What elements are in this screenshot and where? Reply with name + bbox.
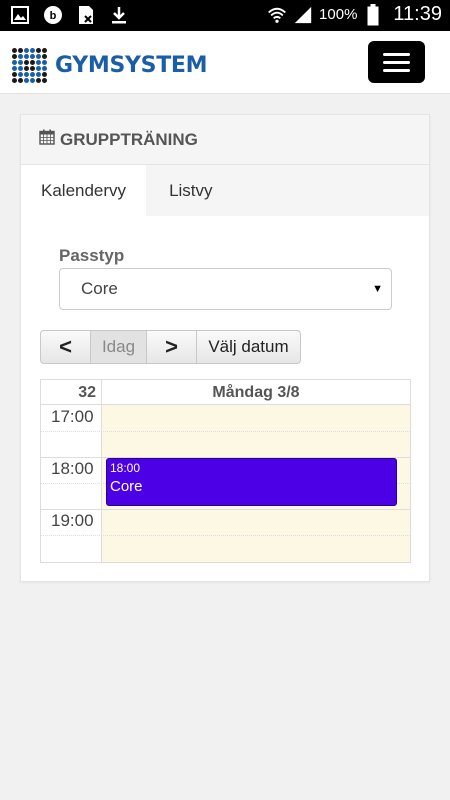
tab-kalendervy[interactable]: Kalendervy (21, 165, 147, 216)
menu-button[interactable] (368, 41, 425, 83)
battery-icon (363, 3, 383, 25)
next-button[interactable]: > (146, 330, 197, 364)
sim-icon (76, 5, 96, 25)
event-time: 18:00 (110, 461, 141, 475)
clock: 11:39 (393, 3, 442, 25)
time-label: 17:00 (51, 407, 94, 426)
calendar-header: 32 Måndag 3/8 (41, 380, 410, 405)
notification-b-icon: b (43, 5, 63, 25)
event-name: Core (110, 478, 143, 495)
status-left-icons: b (10, 5, 129, 25)
calendar-grid: 32 Måndag 3/8 17:00 18:00 19:00 18:00 Co… (40, 379, 411, 563)
half-hour-line (41, 431, 410, 432)
download-icon (109, 5, 129, 25)
panel-title: GRUPPTRÄNING (60, 129, 198, 149)
caret-down-icon: ▼ (372, 283, 383, 295)
group-training-panel: GRUPPTRÄNING Kalendervy Listvy Passtyp C… (20, 114, 430, 582)
view-tabs: Kalendervy Listvy (21, 165, 429, 216)
svg-text:b: b (50, 10, 57, 22)
status-bar: b 100% 11:39 (0, 0, 450, 31)
tab-listvy[interactable]: Listvy (146, 165, 232, 216)
calendar-body: 17:00 18:00 19:00 18:00 Core (41, 405, 410, 562)
wifi-icon (267, 5, 287, 25)
passtyp-select[interactable]: Core ▼ (59, 268, 392, 310)
app-header: GYMSYSTEM (0, 31, 450, 94)
signal-icon (293, 5, 313, 25)
status-right-icons: 100% 11:39 (267, 3, 442, 26)
panel-header: GRUPPTRÄNING (21, 115, 429, 165)
time-label: 19:00 (51, 511, 94, 530)
time-label: 18:00 (51, 459, 94, 478)
gallery-icon (10, 5, 30, 25)
pick-date-button[interactable]: Välj datum (196, 330, 301, 364)
prev-button[interactable]: < (40, 330, 91, 364)
calendar-icon (39, 129, 55, 150)
battery-percent: 100% (319, 6, 358, 23)
gymsystem-logo[interactable]: GYMSYSTEM (12, 48, 208, 83)
hour-line (41, 509, 410, 510)
half-hour-line (41, 535, 410, 536)
hamburger-icon (383, 52, 410, 56)
passtyp-label: Passtyp (59, 246, 125, 265)
logo-text: GYMSYSTEM (55, 52, 208, 78)
date-nav-group: < Idag > Välj datum (40, 330, 301, 364)
passtyp-value: Core (81, 279, 118, 298)
day-header: Måndag 3/8 (212, 384, 300, 401)
today-button[interactable]: Idag (90, 330, 147, 364)
calendar-event[interactable]: 18:00 Core (106, 458, 397, 506)
week-number: 32 (41, 380, 102, 405)
logo-dots-icon (12, 48, 47, 83)
